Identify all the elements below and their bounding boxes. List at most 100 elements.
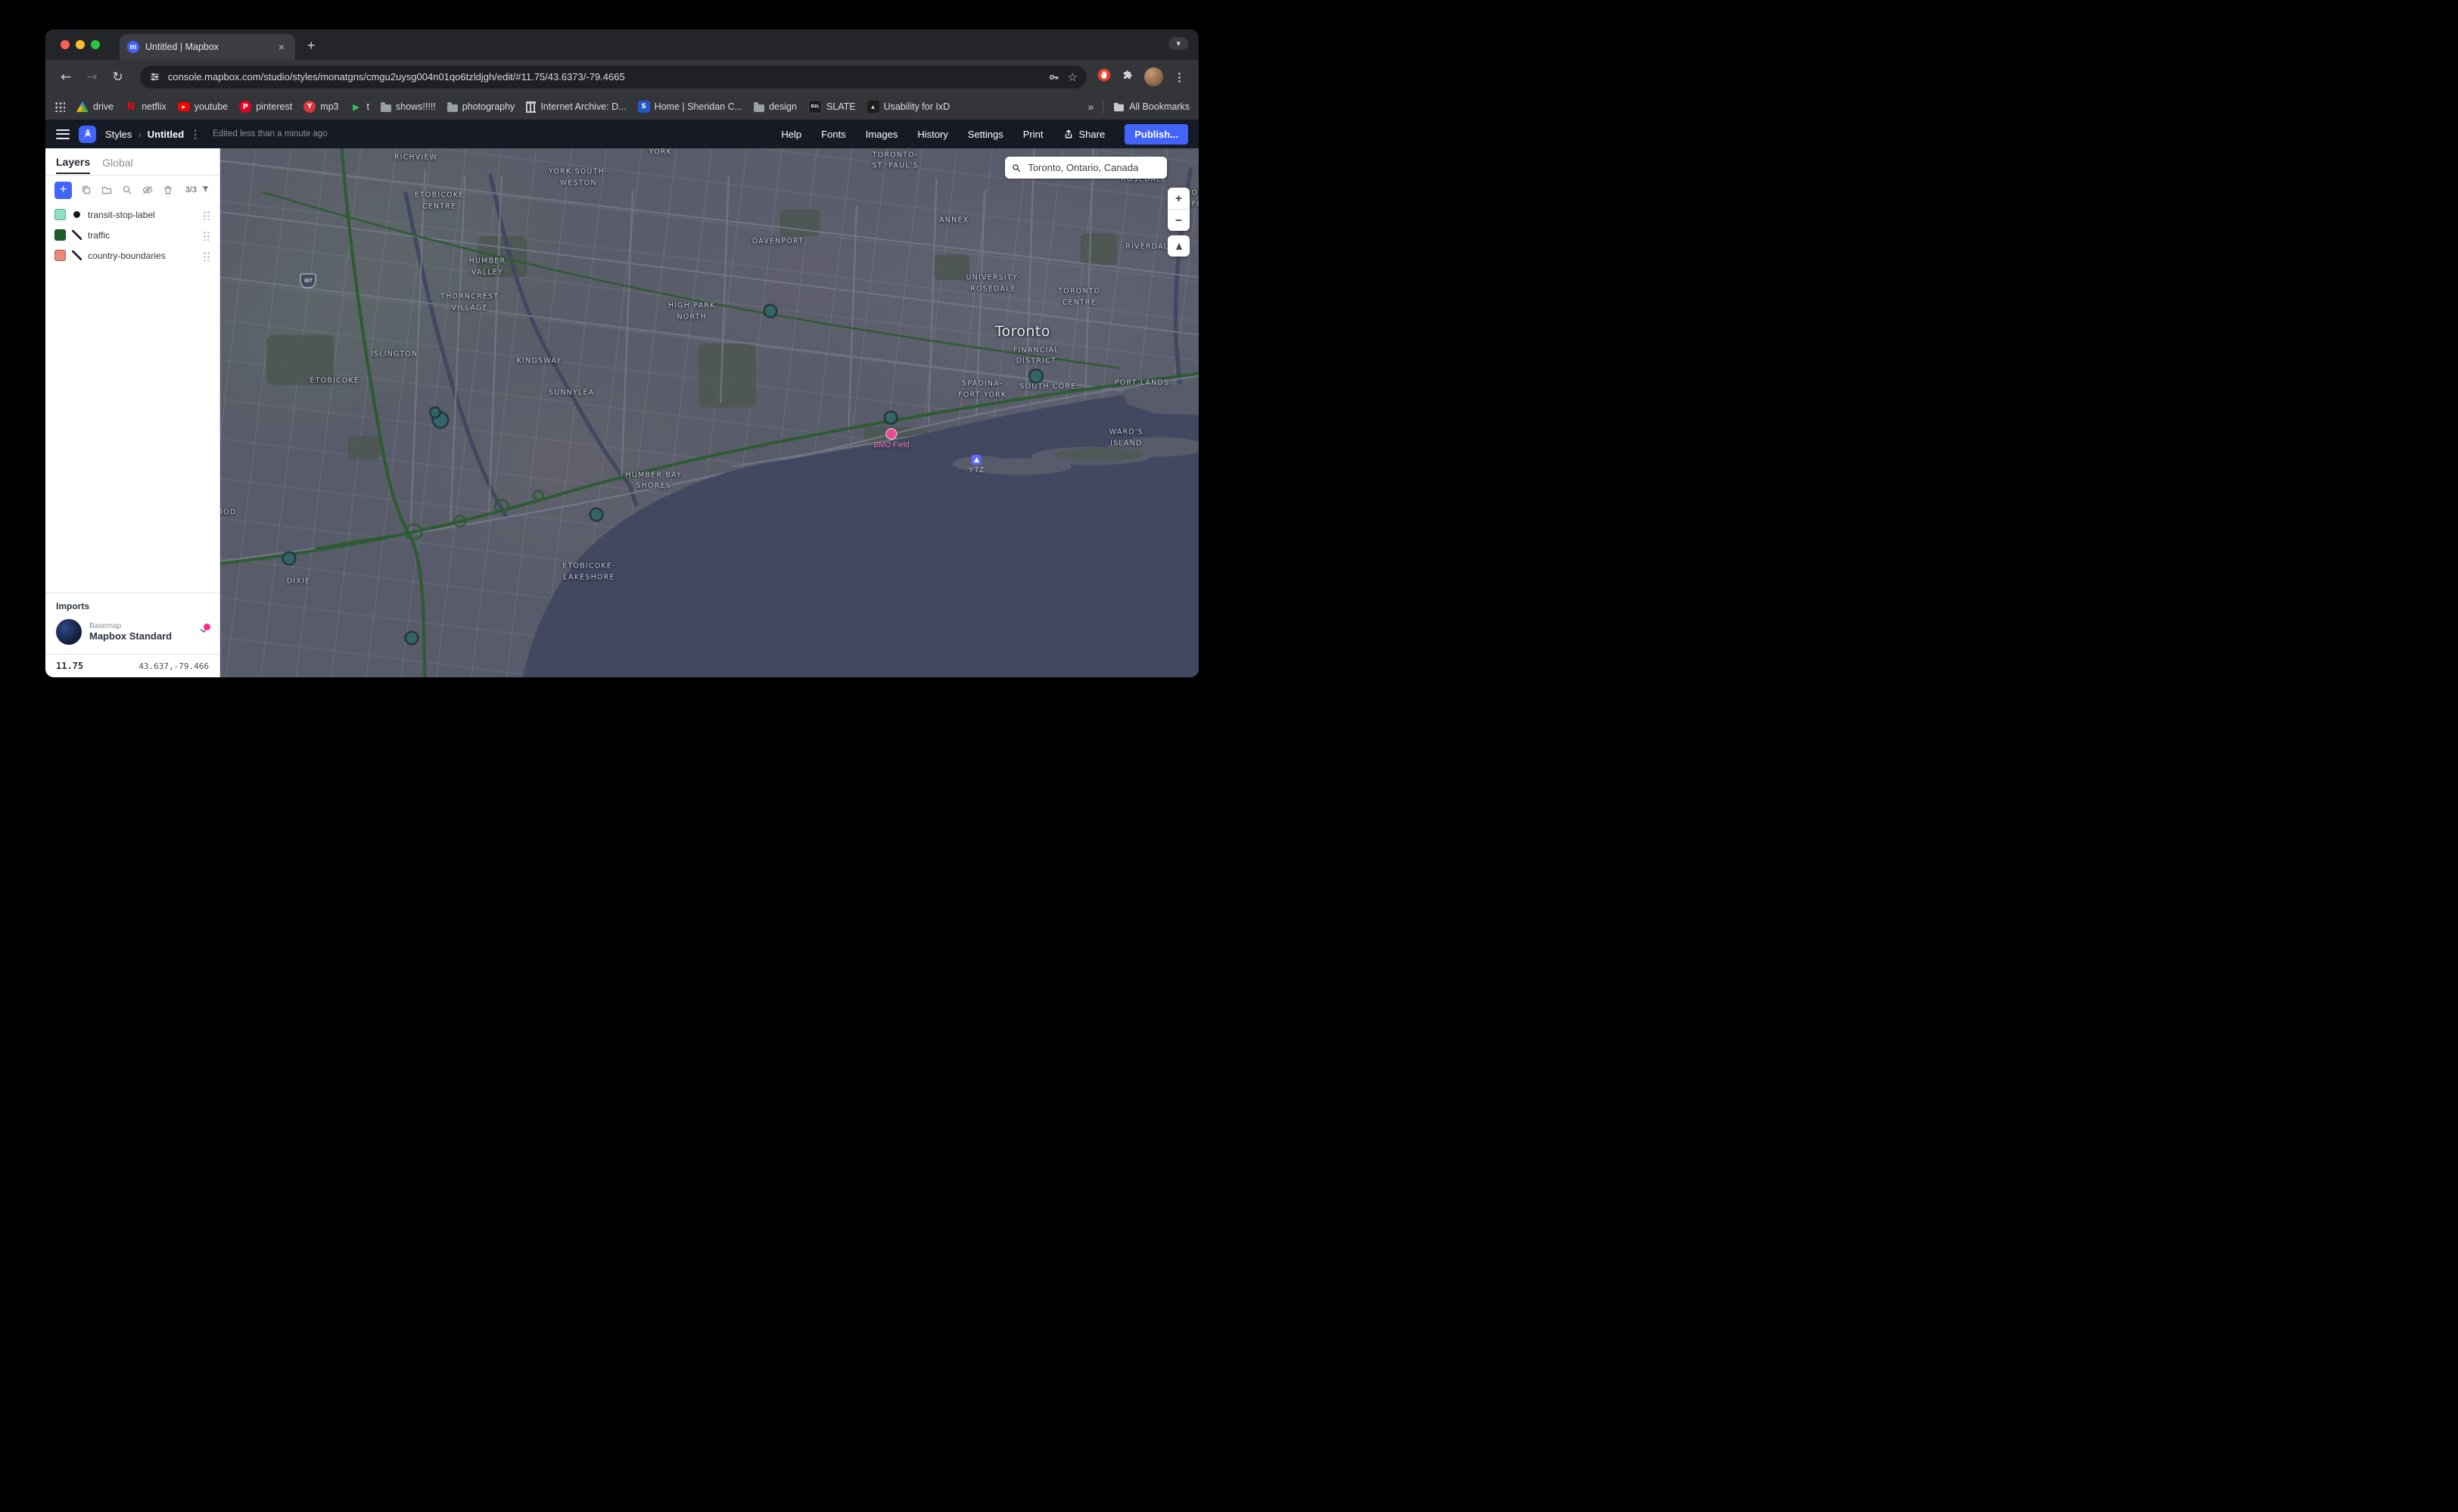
folder-icon (1112, 101, 1125, 113)
tab-search-button[interactable]: ▾ (1168, 37, 1188, 50)
extensions-puzzle-icon[interactable] (1122, 69, 1134, 85)
all-bookmarks-button[interactable]: All Bookmarks (1112, 101, 1190, 113)
url-text[interactable]: console.mapbox.com/studio/styles/monatgn… (168, 71, 1041, 82)
map-geometry (220, 148, 1199, 677)
panel-status-bar: 11.75 43.637,-79.466 (45, 654, 219, 677)
studio-nav-link[interactable]: Print (1023, 129, 1044, 140)
map-area-label: RICHVIEW (394, 152, 437, 163)
studio-nav-link[interactable]: Fonts (821, 129, 846, 140)
drag-handle-icon[interactable] (203, 230, 210, 241)
map-area-label: THORNCREST VILLAGE (440, 291, 499, 313)
address-bar[interactable]: console.mapbox.com/studio/styles/monatgn… (140, 66, 1087, 89)
zoom-out-button[interactable]: − (1168, 209, 1190, 231)
poi-icon (885, 428, 897, 440)
map-area-label: TORONTO CENTRE (1058, 286, 1100, 308)
bookmark-item[interactable]: SLATE (808, 100, 856, 114)
bookmark-favicon-icon (125, 101, 137, 113)
drag-handle-icon[interactable] (203, 250, 210, 261)
browser-tab[interactable]: m Untitled | Mapbox × (120, 34, 295, 60)
layer-row[interactable]: traffic (45, 225, 219, 245)
new-tab-button[interactable]: + (303, 36, 320, 55)
transit-stop-dot (884, 411, 898, 425)
browser-menu-icon[interactable]: ⋮ (1174, 70, 1185, 84)
bookmark-item[interactable]: drive (76, 101, 114, 113)
breadcrumb-style-name[interactable]: Untitled (148, 129, 184, 140)
bookmark-label: Home | Sheridan C... (655, 101, 743, 112)
tab-title: Untitled | Mapbox (145, 42, 269, 52)
studio-nav-link[interactable]: Help (781, 129, 801, 140)
add-layer-button[interactable]: + (54, 182, 72, 199)
layer-row[interactable]: country-boundaries (45, 245, 219, 266)
reload-button[interactable]: ↻ (107, 67, 129, 88)
bookmark-label: pinterest (256, 101, 292, 112)
studio-nav-link[interactable]: Settings (968, 129, 1003, 140)
bookmark-item[interactable]: Usability for IxD (867, 101, 951, 113)
bookmark-item[interactable]: shows!!!!! (381, 101, 436, 112)
layer-type-icon (72, 250, 82, 260)
tab-strip: m Untitled | Mapbox × + ▾ (45, 30, 1199, 60)
filter-funnel-icon[interactable] (201, 184, 210, 196)
profile-avatar[interactable] (1144, 67, 1163, 86)
hide-layer-icon[interactable] (142, 184, 154, 196)
bookmark-favicon-icon (867, 101, 879, 113)
menu-hamburger-icon[interactable] (56, 129, 70, 139)
transit-stop-dot (430, 406, 441, 418)
password-key-icon[interactable] (1048, 71, 1060, 83)
bookmark-item[interactable]: youtube (178, 101, 228, 112)
bookmark-item[interactable]: t (350, 101, 369, 113)
map-area-label: FINANCIAL DISTRICT (1013, 345, 1059, 367)
drag-handle-icon[interactable] (203, 210, 210, 220)
tab-close-icon[interactable]: × (275, 40, 288, 54)
group-folder-icon[interactable] (101, 184, 113, 196)
edited-status: Edited less than a minute ago (213, 129, 328, 138)
bookmarks-overflow-icon[interactable]: » (1087, 101, 1094, 113)
bookmark-item[interactable]: netflix (125, 101, 166, 113)
zoom-in-button[interactable]: + (1168, 188, 1190, 209)
import-expand-chevron-icon[interactable] (198, 625, 209, 639)
layer-row[interactable]: transit-stop-label (45, 204, 219, 225)
apps-grid-icon[interactable] (54, 101, 65, 112)
back-button[interactable]: ← (54, 67, 77, 88)
map-search-input[interactable] (1026, 161, 1160, 174)
bookmark-item[interactable]: photography (447, 101, 515, 112)
basemap-thumbnail (56, 619, 82, 645)
zoom-level-value: 11.75 (56, 661, 83, 671)
bookmark-item[interactable]: Internet Archive: D... (526, 101, 626, 113)
site-info-icon[interactable] (149, 71, 160, 82)
bookmark-favicon-icon (447, 104, 458, 112)
transit-stop-dot (1029, 369, 1044, 383)
breadcrumb-styles[interactable]: Styles (105, 129, 132, 140)
studio-header: Styles › Untitled ⋮ Edited less than a m… (45, 120, 1199, 148)
layer-counter: 3/3 (185, 185, 197, 194)
map-canvas[interactable]: RICHVIEWYORKTORONTO- ST. PAUL'SYORK SOUT… (220, 148, 1199, 677)
tab-global[interactable]: Global (102, 151, 132, 173)
all-bookmarks-label: All Bookmarks (1129, 101, 1190, 112)
duplicate-layer-icon[interactable] (80, 184, 92, 196)
minimize-window-button[interactable] (76, 40, 85, 49)
compass-button[interactable] (1168, 235, 1190, 257)
delete-layer-icon[interactable] (162, 184, 174, 196)
map-search-box[interactable] (1005, 157, 1167, 179)
forward-button[interactable]: → (80, 67, 103, 88)
tab-layers[interactable]: Layers (56, 150, 90, 174)
bookmark-item[interactable]: Home | Sheridan C... (638, 101, 743, 113)
bookmark-label: SLATE (826, 101, 856, 112)
bookmark-star-icon[interactable]: ☆ (1068, 70, 1078, 84)
transit-stop-dot (764, 304, 777, 318)
bookmark-item[interactable]: pinterest (239, 101, 292, 113)
maximize-window-button[interactable] (91, 40, 100, 49)
zoom-control: + − (1168, 188, 1190, 231)
bookmark-item[interactable]: design (754, 101, 797, 112)
adblock-icon[interactable] (1097, 68, 1111, 86)
bookmark-item[interactable]: mp3 (303, 101, 338, 113)
import-name-label: Mapbox Standard (89, 630, 172, 642)
close-window-button[interactable] (61, 40, 70, 49)
style-options-icon[interactable]: ⋮ (190, 128, 201, 141)
share-button[interactable]: Share (1063, 129, 1106, 140)
locate-layer-icon[interactable] (121, 184, 133, 196)
publish-button[interactable]: Publish... (1125, 124, 1188, 145)
studio-nav-link[interactable]: Images (866, 129, 898, 140)
basemap-import-row[interactable]: Basemap Mapbox Standard (56, 619, 209, 645)
studio-nav-link[interactable]: History (917, 129, 947, 140)
mapbox-studio-logo-icon[interactable] (79, 126, 96, 143)
